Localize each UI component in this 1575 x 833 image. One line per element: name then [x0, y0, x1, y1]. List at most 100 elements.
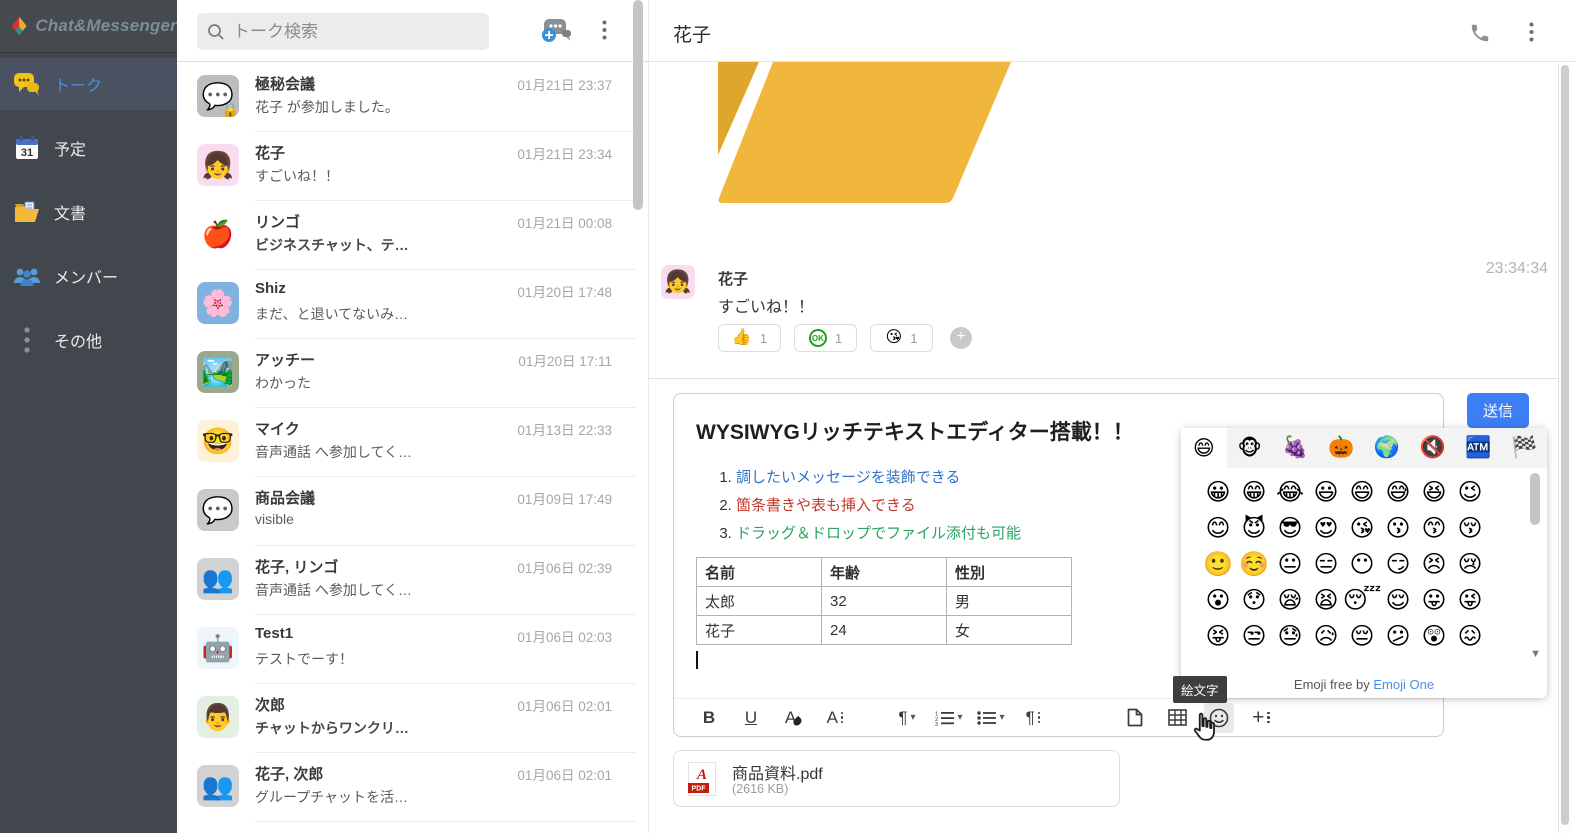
font-options-button[interactable]: A — [820, 703, 850, 733]
emoji[interactable]: 😶 — [1344, 546, 1380, 582]
chat-list-item[interactable]: 💬 商品会議 01月09日 17:49 visible — [177, 477, 648, 546]
paragraph-more-button[interactable]: ¶ — [1018, 703, 1048, 733]
emoji[interactable]: 😁 — [1236, 474, 1272, 510]
chat-list-scrollbar[interactable] — [633, 0, 643, 210]
emoji-category-tab[interactable]: 🍇 — [1273, 428, 1319, 468]
emoji[interactable]: 😐 — [1272, 546, 1308, 582]
emoji[interactable]: 😃 — [1308, 474, 1344, 510]
emoji[interactable]: 😂 — [1272, 474, 1308, 510]
emoji-category-tab[interactable]: 🎃 — [1318, 428, 1364, 468]
chat-list-item[interactable]: 👧 花子 01月21日 23:34 すごいね！！ — [177, 132, 648, 201]
emoji[interactable]: 😴 — [1344, 582, 1380, 618]
emoji[interactable]: 😕 — [1380, 618, 1416, 654]
emoji[interactable]: 😯 — [1236, 582, 1272, 618]
emoji[interactable]: 😑 — [1308, 546, 1344, 582]
table-icon — [1168, 709, 1187, 726]
emoji-category-tab[interactable]: 😄 — [1181, 428, 1227, 468]
emoji[interactable]: ☺️ — [1236, 546, 1272, 582]
emoji-category-tab[interactable]: 🔇 — [1410, 428, 1456, 468]
talk-search-box[interactable] — [197, 13, 489, 50]
emoji[interactable]: 😄 — [1344, 474, 1380, 510]
emoji[interactable]: 😉 — [1452, 474, 1488, 510]
emoji[interactable]: 😮 — [1200, 582, 1236, 618]
text-color-button[interactable]: A — [778, 703, 808, 733]
insert-table-button[interactable] — [1162, 703, 1192, 733]
emoji[interactable]: 😙 — [1416, 510, 1452, 546]
emoji[interactable]: 😆 — [1416, 474, 1452, 510]
emoji[interactable]: 😖 — [1452, 618, 1488, 654]
emoji[interactable]: 😲 — [1416, 618, 1452, 654]
sidebar-item-schedule[interactable]: 31 予定 — [0, 122, 177, 174]
emoji[interactable]: 😒 — [1236, 618, 1272, 654]
underline-button[interactable]: U — [736, 703, 766, 733]
emoji-picker-scrollbar[interactable] — [1530, 473, 1540, 525]
emoji[interactable]: 😍 — [1308, 510, 1344, 546]
attachment-card[interactable]: A PDF 商品資料.pdf (2616 KB) — [673, 750, 1120, 807]
list-menu-icon[interactable] — [602, 20, 607, 45]
emoji[interactable]: 😓 — [1272, 618, 1308, 654]
emoji[interactable]: 😗 — [1380, 510, 1416, 546]
table-header-cell: 年齢 — [822, 558, 947, 587]
chat-list-item[interactable]: 👨 次郎 01月06日 02:01 チャットからワンクリ… — [177, 684, 648, 753]
chat-preview: わかった — [255, 373, 555, 393]
emoji-category-tab[interactable]: 🏁 — [1501, 428, 1547, 468]
sidebar-item-talk[interactable]: トーク — [0, 58, 177, 110]
emoji-category-tab[interactable]: 🌍 — [1364, 428, 1410, 468]
emoji[interactable]: 😊 — [1200, 510, 1236, 546]
emoji[interactable]: 🙂 — [1200, 546, 1236, 582]
emoji[interactable]: 😌 — [1380, 582, 1416, 618]
paragraph-format-button[interactable]: ¶▾ — [892, 703, 922, 733]
emoji[interactable]: 😎 — [1272, 510, 1308, 546]
chat-list-item[interactable]: 🤓 マイク 01月13日 22:33 音声通話 へ参加してく… — [177, 408, 648, 477]
sidebar-item-documents[interactable]: 文書 — [0, 186, 177, 238]
chat-list-item[interactable]: 🌸 Shiz 01月20日 17:48 まだ、と退いてないみ… — [177, 270, 648, 339]
emoji[interactable]: 😣 — [1416, 546, 1452, 582]
emoji[interactable]: 😜 — [1452, 582, 1488, 618]
new-chat-icon[interactable] — [540, 17, 574, 50]
main-scrollbar[interactable] — [1558, 63, 1571, 833]
emoji[interactable]: 😔 — [1344, 618, 1380, 654]
emoji[interactable]: 😢 — [1452, 546, 1488, 582]
emoji[interactable]: 😏 — [1380, 546, 1416, 582]
send-button[interactable]: 送信 — [1467, 393, 1529, 428]
reaction-pill[interactable]: 👍1 — [718, 324, 781, 352]
ordered-list-button[interactable]: 1 2 3 ▾ — [934, 703, 964, 733]
chat-menu-icon[interactable] — [1529, 22, 1534, 47]
emoji[interactable]: 😛 — [1416, 582, 1452, 618]
reaction-pill[interactable]: OK1 — [794, 324, 857, 352]
emoji[interactable]: 😥 — [1308, 618, 1344, 654]
emoji[interactable]: 😀 — [1200, 474, 1236, 510]
sidebar-item-others[interactable]: その他 — [0, 314, 177, 366]
add-reaction-button[interactable]: + — [950, 327, 972, 349]
emoji-one-link[interactable]: Emoji One — [1373, 677, 1434, 692]
chat-list-item[interactable]: 👥 花子, 次郎 01月06日 02:01 グループチャットを活… — [177, 753, 648, 822]
reaction-pill[interactable]: 😘1 — [870, 324, 933, 352]
talk-search-input[interactable] — [233, 22, 473, 42]
bold-button[interactable]: B — [694, 703, 724, 733]
emoji[interactable]: 😚 — [1452, 510, 1488, 546]
chat-list-item[interactable]: 👥 花子, リンゴ 01月06日 02:39 音声通話 へ参加してく… — [177, 546, 648, 615]
emoji-category-tab[interactable]: 🏧 — [1456, 428, 1502, 468]
table-header-cell: 名前 — [697, 558, 822, 587]
chat-list-item[interactable]: 🤖 Test1 01月06日 02:03 テストでーす！ — [177, 615, 648, 684]
emoji-category-tabs: 😄🐵🍇🎃🌍🔇🏧🏁 — [1181, 428, 1547, 468]
emoji[interactable]: 😅 — [1380, 474, 1416, 510]
call-icon[interactable] — [1469, 22, 1491, 49]
members-icon — [0, 263, 54, 289]
bullet-list-button[interactable]: ▾ — [976, 703, 1006, 733]
chat-list-item[interactable]: 🏞️ アッチー 01月20日 17:11 わかった — [177, 339, 648, 408]
emoji[interactable]: 😫 — [1308, 582, 1344, 618]
emoji[interactable]: 😘 — [1344, 510, 1380, 546]
emoji[interactable]: 😪 — [1272, 582, 1308, 618]
sidebar-item-members[interactable]: メンバー — [0, 250, 177, 302]
chat-list-item[interactable]: 💬🔒 極秘会議 01月21日 23:37 花子 が参加しました。 — [177, 63, 648, 132]
emoji[interactable]: 😈 — [1236, 510, 1272, 546]
scroll-down-arrow-icon[interactable]: ▼ — [1530, 648, 1541, 660]
insert-file-button[interactable] — [1120, 703, 1150, 733]
emoji-category-tab[interactable]: 🐵 — [1227, 428, 1273, 468]
main-scrollbar-thumb[interactable] — [1561, 65, 1569, 825]
emoji[interactable]: 😝 — [1200, 618, 1236, 654]
chat-list-item[interactable]: 🍎 リンゴ 01月21日 00:08 ビジネスチャット、テ… — [177, 201, 648, 270]
editor-toolbar: B U A A ¶▾ 1 2 3 ▾ — [674, 698, 1443, 736]
more-plugins-button[interactable]: + — [1246, 703, 1276, 733]
